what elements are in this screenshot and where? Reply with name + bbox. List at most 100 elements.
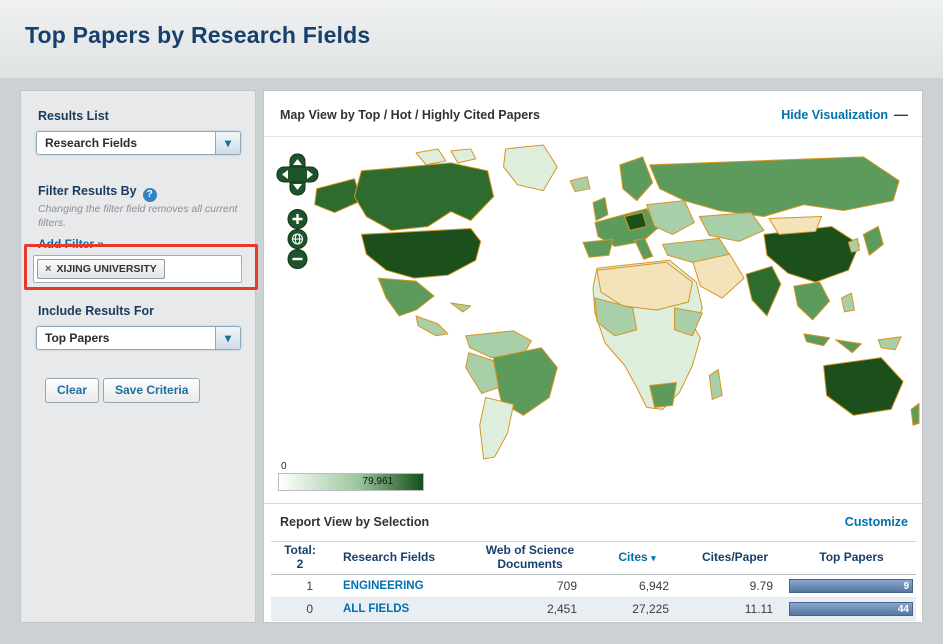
include-results-dropdown[interactable]: Top Papers ▾: [36, 326, 241, 350]
country-greenland[interactable]: [504, 145, 558, 191]
cites-value: 27,225: [591, 602, 683, 616]
report-table: Total: 2 Research Fields Web of Science …: [271, 541, 916, 621]
cites-per-paper-value: 9.79: [683, 579, 787, 593]
include-results-value: Top Papers: [37, 331, 215, 345]
col-header-total: Total: 2: [271, 544, 329, 572]
wos-line1: Web of Science: [469, 544, 591, 558]
col-header-research-fields: Research Fields: [329, 551, 469, 565]
country-canada[interactable]: [354, 163, 493, 231]
divider: [264, 503, 922, 504]
research-field-link[interactable]: ENGINEERING: [329, 580, 469, 592]
country-argentina[interactable]: [480, 397, 514, 459]
col-header-wos-documents: Web of Science Documents: [469, 544, 591, 572]
top-papers-bar[interactable]: 9: [789, 579, 913, 593]
wos-documents-value: 2,451: [469, 602, 591, 616]
map-zoom-controls[interactable]: [276, 153, 320, 279]
country-uk[interactable]: [593, 198, 608, 221]
row-total: 1: [271, 579, 329, 593]
zoom-out-button[interactable]: [288, 250, 307, 269]
table-header-row: Total: 2 Research Fields Web of Science …: [271, 541, 916, 575]
results-list-dropdown[interactable]: Research Fields ▾: [36, 131, 241, 155]
main-panel: Map View by Top / Hot / Highly Cited Pap…: [263, 90, 923, 623]
results-list-label: Results List: [38, 109, 109, 123]
country-mongolia[interactable]: [769, 217, 822, 235]
chevron-down-icon[interactable]: ▾: [215, 132, 240, 154]
top-papers-bar[interactable]: 44: [789, 602, 913, 616]
country-spain[interactable]: [583, 239, 613, 257]
globe-button[interactable]: [288, 230, 307, 249]
total-label: Total:: [271, 544, 329, 558]
col-header-cites-per-paper: Cites/Paper: [683, 551, 787, 565]
country-italy[interactable]: [635, 238, 653, 259]
top-papers-cell: 9: [787, 579, 916, 593]
map-area: [266, 139, 920, 467]
wos-documents-value: 709: [469, 579, 591, 593]
legend-min-label: 0: [281, 461, 287, 472]
map-region[interactable]: [794, 282, 830, 320]
map-region[interactable]: [836, 340, 862, 353]
filter-results-label: Filter Results By?: [38, 184, 157, 202]
country-madagascar[interactable]: [709, 370, 722, 400]
map-region[interactable]: [841, 293, 854, 312]
table-row: 0 ALL FIELDS 2,451 27,225 11.11 44: [271, 598, 916, 621]
map-region[interactable]: [570, 177, 590, 192]
map-color-legend: 0 79,961: [278, 473, 424, 491]
add-filter-link[interactable]: Add Filter »: [38, 237, 104, 251]
wos-line2: Documents: [469, 558, 591, 572]
map-region[interactable]: [699, 213, 764, 242]
filter-note: Changing the filter field removes all cu…: [38, 203, 242, 230]
row-total: 0: [271, 602, 329, 616]
world-map[interactable]: [266, 139, 920, 467]
filter-input-box[interactable]: × XIJING UNIVERSITY: [33, 255, 242, 283]
col-header-cites-sort[interactable]: Cites ▾: [591, 551, 683, 565]
chevron-down-icon[interactable]: ▾: [215, 327, 240, 349]
hide-visualization-link[interactable]: Hide Visualization: [781, 108, 888, 122]
country-china[interactable]: [764, 226, 859, 282]
sort-caret-icon: ▾: [651, 553, 656, 563]
cites-per-paper-value: 11.11: [683, 602, 787, 616]
map-region[interactable]: [416, 316, 448, 336]
filter-tag-label: XIJING UNIVERSITY: [56, 263, 156, 275]
map-region[interactable]: [416, 149, 446, 165]
esi-page: Top Papers by Research Fields Results Li…: [0, 0, 943, 644]
customize-link[interactable]: Customize: [845, 515, 908, 529]
col-header-top-papers: Top Papers: [787, 551, 916, 565]
pan-control[interactable]: [277, 154, 318, 195]
remove-filter-icon[interactable]: ×: [45, 263, 51, 275]
filter-tag[interactable]: × XIJING UNIVERSITY: [37, 259, 165, 279]
legend-max-label: 79,961: [363, 476, 394, 487]
page-header: Top Papers by Research Fields: [0, 0, 943, 78]
country-usa[interactable]: [361, 228, 480, 278]
map-region[interactable]: [878, 337, 901, 350]
zoom-in-button[interactable]: [288, 210, 307, 229]
map-region[interactable]: [451, 149, 476, 163]
save-criteria-button[interactable]: Save Criteria: [103, 378, 200, 403]
map-region[interactable]: [451, 303, 471, 312]
sidebar: Results List Research Fields ▾ Filter Re…: [20, 90, 256, 623]
table-row: 1 ENGINEERING 709 6,942 9.79 9: [271, 575, 916, 598]
report-view-title: Report View by Selection: [280, 515, 429, 529]
page-title: Top Papers by Research Fields: [25, 22, 370, 49]
map-region[interactable]: [620, 157, 653, 201]
clear-button[interactable]: Clear: [45, 378, 99, 403]
research-field-link[interactable]: ALL FIELDS: [329, 603, 469, 615]
country-australia[interactable]: [824, 358, 904, 416]
filter-results-label-text: Filter Results By: [38, 184, 137, 198]
country-mexico[interactable]: [378, 278, 434, 316]
map-countries[interactable]: [315, 145, 919, 459]
collapse-minus-icon[interactable]: —: [894, 106, 908, 122]
top-papers-cell: 44: [787, 602, 916, 616]
map-view-title: Map View by Top / Hot / Highly Cited Pap…: [280, 108, 540, 122]
country-japan[interactable]: [863, 226, 883, 255]
total-count: 2: [271, 558, 329, 572]
country-south-africa[interactable]: [650, 383, 677, 408]
divider: [264, 136, 922, 137]
include-results-label: Include Results For: [38, 304, 154, 318]
help-icon[interactable]: ?: [143, 188, 157, 202]
country-new-zealand[interactable]: [911, 403, 919, 425]
map-region[interactable]: [675, 308, 703, 336]
country-india[interactable]: [746, 266, 781, 316]
country-indonesia[interactable]: [804, 334, 830, 346]
results-list-value: Research Fields: [37, 136, 215, 150]
cites-label: Cites: [618, 550, 647, 564]
